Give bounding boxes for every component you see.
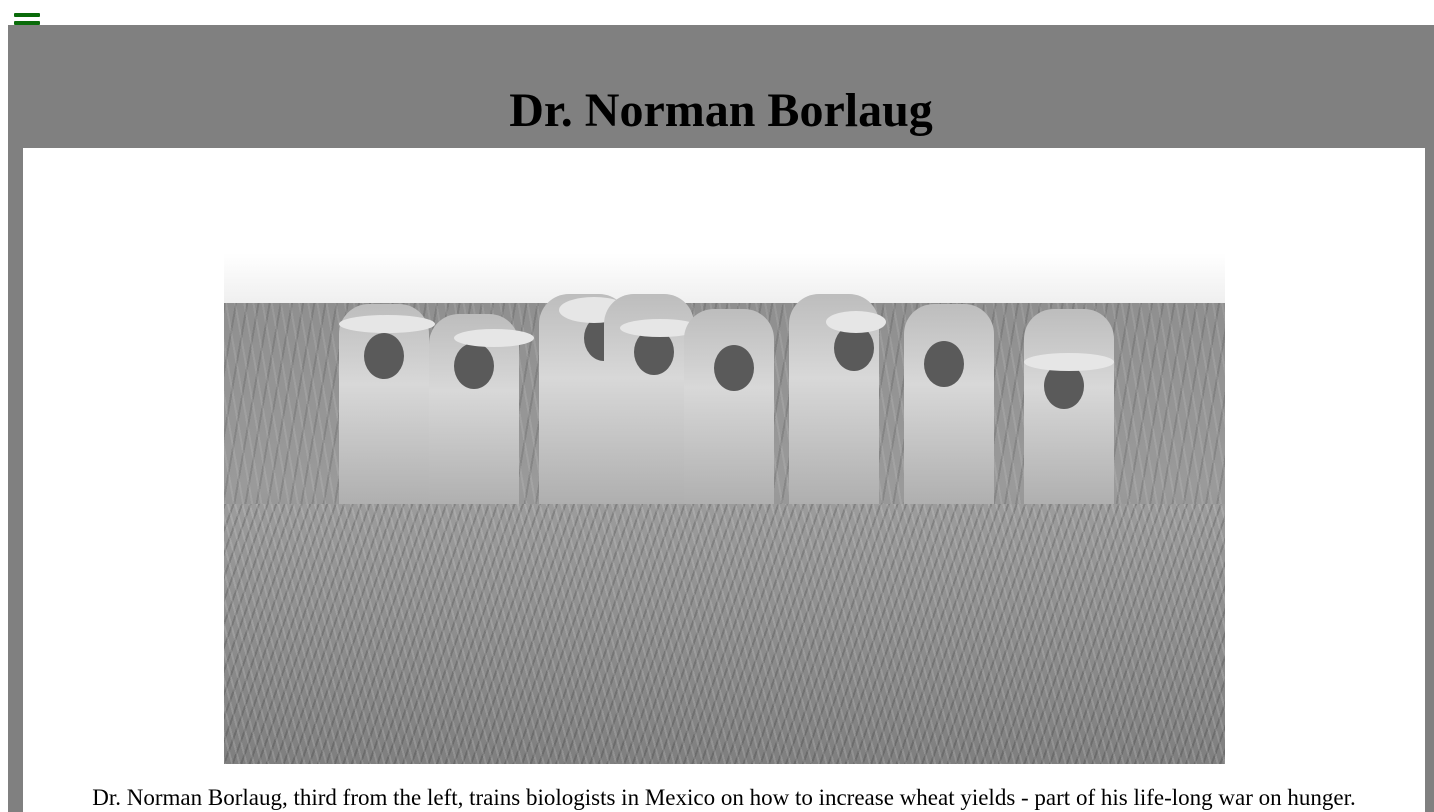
photo-person-head: [924, 341, 964, 387]
photo-person-hat: [826, 311, 886, 333]
photo-person-hat: [339, 315, 435, 333]
photo-person: [904, 304, 994, 534]
photo-person-head: [364, 333, 404, 379]
main-panel: Dr. Norman Borlaug Dr. Norman Borlaug, t…: [8, 25, 1434, 812]
photo-caption: Dr. Norman Borlaug, third from the left,…: [92, 785, 1356, 810]
page-title: Dr. Norman Borlaug: [509, 84, 933, 137]
photo-person-hat: [1024, 353, 1114, 371]
hamburger-menu-icon: [14, 13, 40, 17]
content-card: Dr. Norman Borlaug, third from the left,…: [23, 148, 1425, 812]
photo-person-head: [714, 345, 754, 391]
photo-wheat-foreground: [224, 504, 1225, 764]
photo-person: [684, 309, 774, 534]
photo-person-hat: [454, 329, 534, 347]
photo-person: [1024, 309, 1114, 534]
photo-person-head: [454, 343, 494, 389]
borlaug-photo: [224, 253, 1225, 764]
